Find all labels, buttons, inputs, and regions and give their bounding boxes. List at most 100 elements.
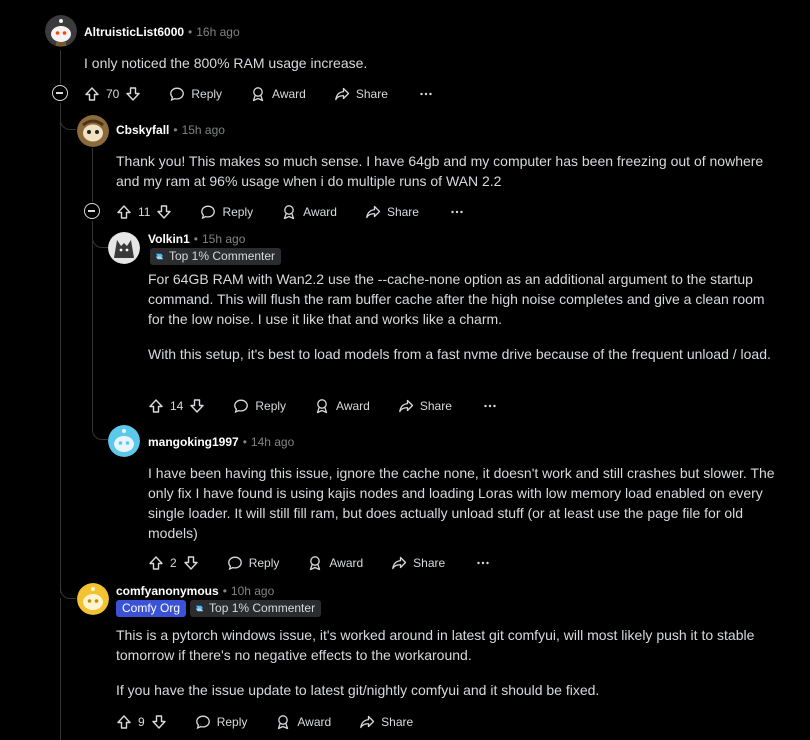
vote-group: 70 <box>84 86 141 102</box>
separator-dot: • <box>193 232 198 246</box>
thread-elbow-c4 <box>92 418 108 440</box>
downvote-icon[interactable] <box>151 714 167 730</box>
comment-actions: 14 Reply Award Share <box>148 395 498 417</box>
award-button[interactable]: Award <box>281 204 337 220</box>
award-button[interactable]: Award <box>307 555 363 571</box>
reply-label: Reply <box>248 556 280 570</box>
comment-paragraph: If you have the issue update to latest g… <box>116 682 600 698</box>
more-options-button[interactable] <box>449 204 465 220</box>
more-options-button[interactable] <box>475 555 491 571</box>
award-button[interactable]: Award <box>275 714 331 730</box>
collapse-icon[interactable] <box>52 85 68 101</box>
comment-header: comfyanonymous • 10h ago <box>116 584 274 598</box>
flair-label: Top 1% Commenter <box>169 249 276 263</box>
downvote-icon[interactable] <box>189 398 205 414</box>
comment-body: For 64GB RAM with Wan2.2 use the --cache… <box>148 269 778 364</box>
share-icon <box>334 86 350 102</box>
timestamp[interactable]: 16h ago <box>196 25 239 39</box>
snoo-avatar-icon <box>77 583 109 615</box>
reply-label: Reply <box>222 205 254 219</box>
upvote-icon[interactable] <box>116 204 132 220</box>
snoo-avatar-icon <box>108 425 140 457</box>
vote-count: 9 <box>138 715 145 729</box>
author-name[interactable]: mangoking1997 <box>148 435 239 449</box>
share-label: Share <box>386 205 419 219</box>
share-label: Share <box>419 399 452 413</box>
award-button[interactable]: Award <box>250 86 306 102</box>
upvote-icon[interactable] <box>148 555 164 571</box>
reply-icon <box>233 398 249 414</box>
share-icon <box>398 398 414 414</box>
timestamp[interactable]: 14h ago <box>251 435 294 449</box>
vote-group: 14 <box>148 398 205 414</box>
org-badge[interactable]: Comfy Org <box>116 600 187 617</box>
thread-elbow-c2 <box>60 108 76 130</box>
upvote-icon[interactable] <box>148 398 164 414</box>
more-icon <box>449 204 465 220</box>
downvote-icon[interactable] <box>156 204 172 220</box>
more-icon <box>475 555 491 571</box>
avatar[interactable] <box>77 583 109 615</box>
timestamp[interactable]: 15h ago <box>182 123 225 137</box>
top-commenter-badge[interactable]: Top 1% Commenter <box>190 600 322 617</box>
separator-dot: • <box>242 435 247 449</box>
comment-paragraph: This is a pytorch windows issue, it's wo… <box>116 627 755 663</box>
author-name[interactable]: Volkin1 <box>148 232 190 246</box>
reply-icon <box>169 86 185 102</box>
vote-count: 70 <box>106 87 120 101</box>
comment-actions: 2 Reply Award Share <box>148 552 491 574</box>
comment-header: Cbskyfall • 15h ago <box>116 123 225 137</box>
timestamp[interactable]: 10h ago <box>231 584 274 598</box>
avatar[interactable] <box>45 15 77 47</box>
upvote-icon[interactable] <box>84 86 100 102</box>
thread-elbow-c5 <box>60 575 76 599</box>
reply-button[interactable]: Reply <box>195 714 248 730</box>
more-options-button[interactable] <box>482 398 498 414</box>
thread-elbow-c3 <box>92 226 108 248</box>
user-badges: Comfy Org Top 1% Commenter <box>116 600 322 617</box>
snoo-avatar-icon <box>45 15 77 47</box>
reply-label: Reply <box>255 399 287 413</box>
share-button[interactable]: Share <box>398 398 452 414</box>
award-icon <box>275 714 291 730</box>
reply-icon <box>195 714 211 730</box>
author-name[interactable]: Cbskyfall <box>116 123 169 137</box>
share-label: Share <box>355 87 388 101</box>
top-commenter-badge[interactable]: Top 1% Commenter <box>150 248 282 265</box>
avatar[interactable] <box>108 232 140 264</box>
upvote-icon[interactable] <box>116 714 132 730</box>
comment-actions: 9 Reply Award Share <box>116 711 413 733</box>
downvote-icon[interactable] <box>125 86 141 102</box>
comment-body: Thank you! This makes so much sense. I h… <box>116 151 776 191</box>
share-button[interactable]: Share <box>334 86 388 102</box>
reply-button[interactable]: Reply <box>233 398 286 414</box>
comment-actions: 11 Reply Award Share <box>116 201 465 223</box>
reply-button[interactable]: Reply <box>227 555 280 571</box>
author-name[interactable]: AltruisticList6000 <box>84 25 184 39</box>
downvote-icon[interactable] <box>183 555 199 571</box>
user-badges: Top 1% Commenter <box>150 248 282 265</box>
share-icon <box>359 714 375 730</box>
collapse-icon[interactable] <box>84 203 100 219</box>
share-button[interactable]: Share <box>359 714 413 730</box>
more-options-button[interactable] <box>418 86 434 102</box>
award-button[interactable]: Award <box>314 398 370 414</box>
avatar[interactable] <box>108 425 140 457</box>
award-label: Award <box>272 87 306 101</box>
reply-button[interactable]: Reply <box>200 204 253 220</box>
timestamp[interactable]: 15h ago <box>202 232 245 246</box>
reply-button[interactable]: Reply <box>169 86 222 102</box>
more-icon <box>418 86 434 102</box>
comment-paragraph: I have been having this issue, ignore th… <box>148 465 775 541</box>
avatar[interactable] <box>77 115 109 147</box>
comment-body: This is a pytorch windows issue, it's wo… <box>116 625 776 700</box>
share-icon <box>365 204 381 220</box>
comment-paragraph: For 64GB RAM with Wan2.2 use the --cache… <box>148 271 765 327</box>
reply-label: Reply <box>216 715 248 729</box>
separator-dot: • <box>222 584 227 598</box>
award-icon <box>281 204 297 220</box>
share-button[interactable]: Share <box>391 555 445 571</box>
share-button[interactable]: Share <box>365 204 419 220</box>
vote-group: 9 <box>116 714 167 730</box>
author-name[interactable]: comfyanonymous <box>116 584 219 598</box>
